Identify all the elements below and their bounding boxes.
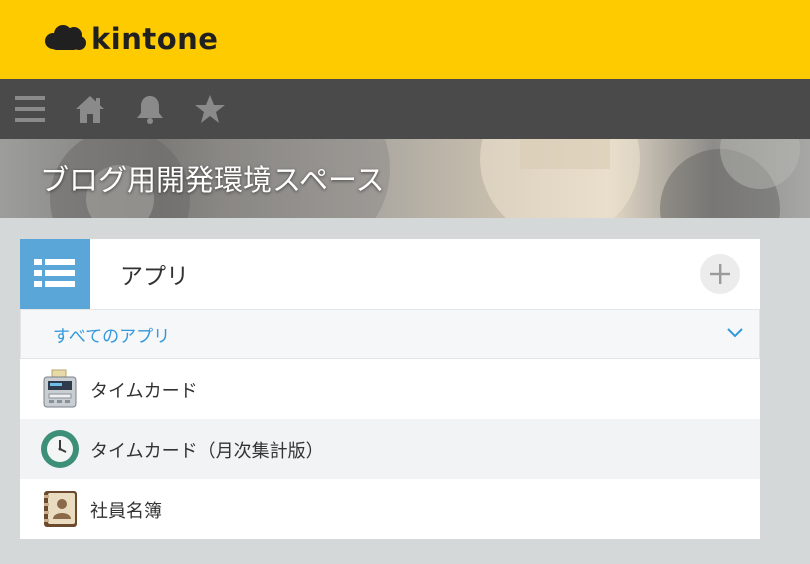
space-title: ブログ用開発環境スペース [40,163,385,197]
space-banner: ブログ用開発環境スペース [0,139,810,218]
star-icon [195,95,225,123]
add-app-button[interactable] [700,254,740,294]
apps-panel-title: アプリ [120,264,189,290]
app-filter-dropdown[interactable]: すべてのアプリ [20,309,760,359]
app-list-icon [20,239,90,309]
plus-icon [710,264,730,284]
address-book-icon [44,491,77,527]
apps-panel: アプリ すべてのアプリ タイムカード タイムカード（月次集計版） 社員名簿 [20,239,760,539]
brand-bar: kintone [0,0,810,79]
apps-panel-header: アプリ [20,239,760,310]
app-filter-label: すべてのアプリ [53,327,171,347]
app-name: タイムカード [90,381,198,402]
app-list-item[interactable]: 社員名簿 [20,479,760,539]
menu-button[interactable] [13,93,47,125]
favorites-button[interactable] [193,93,227,125]
global-nav-bar [0,79,810,139]
app-name: 社員名簿 [90,501,162,522]
clock-icon [41,430,79,468]
cloud-logo-icon [45,25,86,50]
chevron-down-icon [727,328,743,338]
bell-icon [137,96,163,124]
timecard-machine-icon [43,369,77,408]
app-list-item[interactable]: タイムカード（月次集計版） [20,419,760,479]
app-list-item[interactable]: タイムカード [20,359,760,419]
menu-icon [15,96,45,122]
kintone-logo[interactable]: kintone [43,22,218,56]
app-name: タイムカード（月次集計版） [90,441,324,462]
home-icon [76,96,104,123]
home-button[interactable] [73,93,107,125]
logo-text: kintone [91,22,219,56]
notifications-button[interactable] [133,93,167,125]
